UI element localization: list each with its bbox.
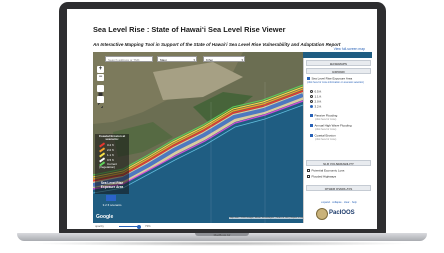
legend-item: 2.0 ft	[99, 147, 114, 153]
opacity-value: 73%	[145, 224, 151, 228]
scenario-label: 2.0 ft	[314, 99, 322, 104]
chevron-down-icon: ▾	[241, 58, 243, 62]
page-subtitle: An Interactive Mapping Tool in Support o…	[93, 42, 341, 47]
map-attribution[interactable]: Map data ©2020 Google, Maxar Technologie…	[228, 217, 310, 219]
area-select-value: Kīhei	[206, 58, 213, 62]
vulnerability-header[interactable]: SLR VULNERABILITY	[306, 160, 371, 166]
checkbox[interactable]	[310, 124, 313, 127]
radio-button[interactable]	[310, 100, 313, 103]
scenario-label: 0.5 ft	[314, 89, 322, 94]
page-title: Sea Level Rise : State of Hawaiʻi Sea Le…	[93, 25, 286, 34]
expand-icon	[98, 103, 103, 108]
layer-note-text: (click here for more)	[315, 138, 337, 141]
checkbox[interactable]	[310, 134, 313, 137]
opacity-control: opacity 73%	[93, 223, 372, 229]
exposure-layer-label: Sea Level Rise Exposure Area	[311, 76, 353, 81]
checkbox[interactable]	[307, 77, 310, 80]
radio-button[interactable]	[310, 105, 313, 108]
scenario-label: 1.1 ft	[314, 94, 322, 99]
layer-note[interactable]: (click here for more)	[315, 118, 377, 122]
flooded-highways-toggle[interactable]: Flooded Highways	[307, 174, 371, 179]
radio-button[interactable]	[310, 95, 313, 98]
layer-label: Passive Flooding	[314, 113, 338, 118]
sidebar-actions[interactable]: expand · collapse · clear · help	[307, 201, 371, 204]
fullscreen-button[interactable]	[97, 96, 104, 108]
exposure-note-link[interactable]: (click here for more information on scen…	[307, 81, 364, 84]
opacity-label: opacity	[95, 224, 104, 228]
pacioos-logo-text: PacIOOS	[329, 210, 355, 216]
scenario-label: 3.2 ft	[314, 104, 322, 109]
layer-note-text: (click here for more)	[315, 128, 337, 131]
layer-label: Annual High Wave Flooding	[314, 123, 352, 128]
scenario-option[interactable]: 3.2 ft	[310, 104, 374, 109]
basemaps-header[interactable]: BASEMAPS	[306, 60, 371, 66]
island-select-value: Maui	[160, 58, 167, 62]
opacity-slider-track[interactable]	[119, 226, 139, 227]
scenario-option[interactable]: 1.1 ft	[310, 94, 374, 99]
economic-loss-toggle[interactable]: Potential Economic Loss	[307, 168, 371, 173]
chevron-down-icon: ▾	[193, 58, 195, 62]
slr-legend-value: 3.2 ft scenario	[102, 203, 122, 207]
expand-header[interactable]: EXPAND	[306, 68, 371, 74]
area-select[interactable]: Kīhei ▾	[203, 56, 245, 62]
layer-note-text: (click here for more)	[315, 118, 337, 121]
scenario-option[interactable]: 0.5 ft	[310, 89, 374, 94]
legend-item-label: 1.1 ft	[107, 153, 114, 157]
map-layers-button[interactable]	[97, 85, 104, 97]
legend-item-label: 2.0 ft	[107, 148, 114, 152]
checkbox[interactable]	[307, 175, 310, 178]
other-overlays-header[interactable]: OTHER OVERLAYS	[306, 185, 371, 191]
fullscreen-map-link[interactable]: View full-screen map	[334, 47, 365, 51]
zoom-in-button[interactable]: +	[97, 66, 104, 73]
layer-note[interactable]: (click here for more)	[315, 128, 377, 132]
laptop-screen: Sea Level Rise : State of Hawaiʻi Sea Le…	[67, 9, 377, 229]
checkbox[interactable]	[307, 169, 310, 172]
legend-item: 1.1 ft	[99, 152, 114, 158]
legend-item-label: 3.2 ft	[107, 143, 114, 147]
laptop-model-label: MacBook Air	[213, 233, 231, 237]
scenario-option[interactable]: 2.0 ft	[310, 99, 374, 104]
layer-label: Coastal Erosion	[314, 133, 336, 138]
laptop-shadow	[30, 241, 414, 246]
search-input[interactable]: Search address or TMK	[105, 56, 153, 62]
zoom-out-button[interactable]: −	[97, 74, 104, 81]
legend-title: Coastal Erosion at scenario:	[98, 134, 126, 142]
exposure-note[interactable]: (click here for more information on scen…	[307, 81, 371, 85]
layer-label: Flooded Highways	[311, 174, 337, 179]
legend-item: 3.2 ft	[99, 142, 114, 148]
opacity-slider-handle[interactable]	[137, 224, 141, 229]
layer-note[interactable]: (click here for more)	[315, 138, 377, 142]
slr-legend-title: Sea Level Rise Exposure Area	[100, 181, 124, 189]
radio-button[interactable]	[310, 90, 313, 93]
slr-legend-swatch	[106, 195, 116, 201]
layer-label: Potential Economic Loss	[311, 168, 345, 173]
legend-item: Current (Vegetation)	[99, 161, 127, 170]
state-seal-icon	[316, 208, 328, 220]
checkbox[interactable]	[310, 114, 313, 117]
google-logo: Google	[96, 214, 114, 220]
island-select[interactable]: Maui ▾	[157, 56, 197, 62]
pacioos-logo[interactable]: PacIOOS	[315, 208, 367, 221]
layer-sidebar: BASEMAPS EXPAND Sea Level Rise Exposure …	[303, 58, 373, 223]
